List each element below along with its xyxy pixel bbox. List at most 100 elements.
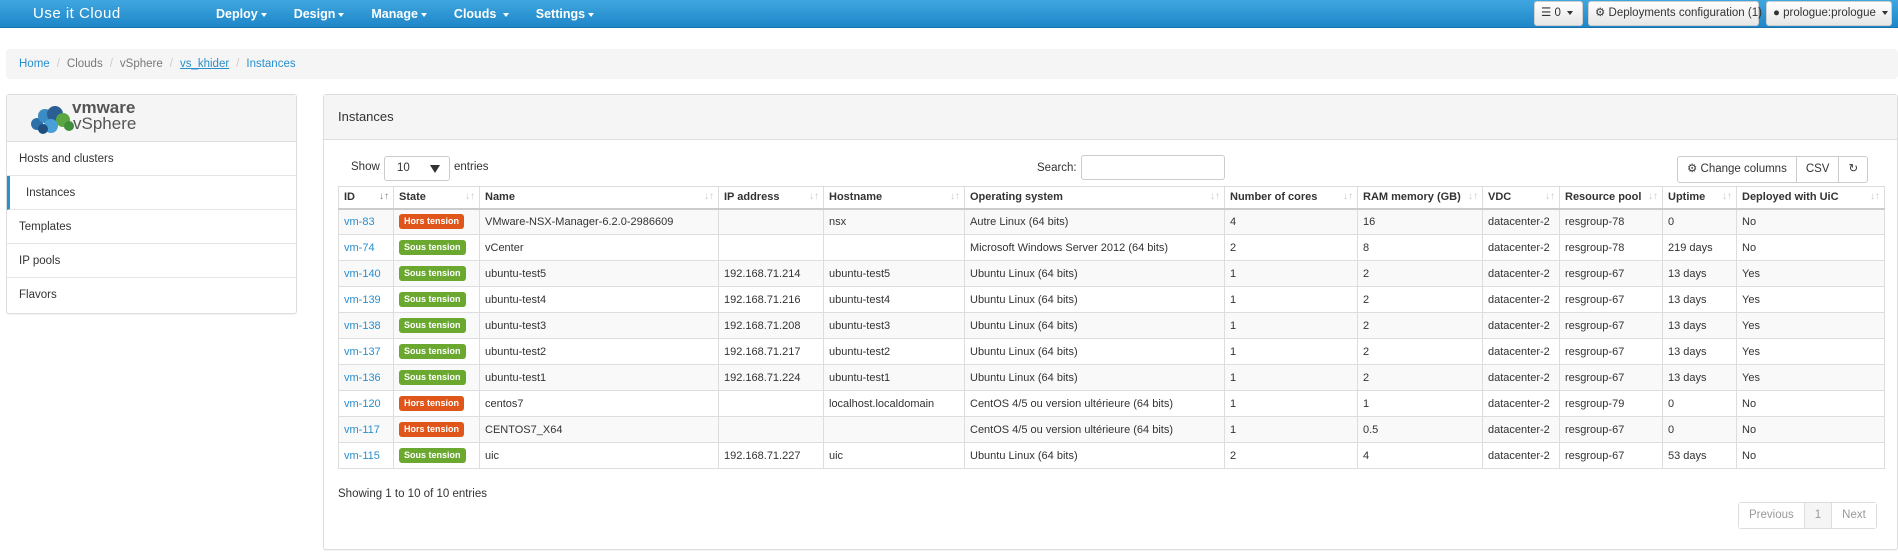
column-header-deployed-with-uic[interactable]: Deployed with UiC ↓↑ bbox=[1736, 186, 1885, 210]
page-1-button[interactable]: 1 bbox=[1804, 503, 1833, 528]
column-header-id[interactable]: ID ↓↑ bbox=[338, 186, 394, 210]
resource-pool-cell: resgroup-78 bbox=[1559, 208, 1663, 235]
instance-link[interactable]: vm-115 bbox=[344, 450, 380, 462]
deployed-with-uic-cell: No bbox=[1736, 416, 1885, 443]
state-badge: Hors tension bbox=[399, 422, 465, 437]
deployed-with-uic-cell: No bbox=[1736, 208, 1885, 235]
column-header-label: Number of cores bbox=[1230, 191, 1318, 204]
ip-cell: 192.168.71.216 bbox=[718, 286, 824, 313]
name-cell: ubuntu-test2 bbox=[479, 338, 719, 365]
next-page-button[interactable]: Next bbox=[1832, 503, 1876, 528]
tasks-button[interactable]: ☰ 0 bbox=[1534, 1, 1583, 26]
chevron-down-icon bbox=[1567, 10, 1574, 15]
state-cell: Sous tension bbox=[393, 260, 480, 287]
ram-cell: 8 bbox=[1357, 234, 1483, 261]
sort-desc-icon: ↓↑ bbox=[379, 191, 389, 202]
resource-pool-cell: resgroup-78 bbox=[1559, 234, 1663, 261]
instance-link[interactable]: vm-74 bbox=[344, 242, 375, 254]
table-row: vm-139 Sous tension ubuntu-test4 192.168… bbox=[338, 286, 1885, 313]
table-row: vm-115 Sous tension uic 192.168.71.227 u… bbox=[338, 442, 1885, 469]
breadcrumb-home[interactable]: Home bbox=[19, 58, 50, 70]
sidebar-item-hosts-and-clusters[interactable]: Hosts and clusters bbox=[7, 142, 296, 176]
table-row: vm-74 Sous tension vCenter Microsoft Win… bbox=[338, 234, 1885, 261]
instance-link[interactable]: vm-83 bbox=[344, 216, 375, 228]
cores-cell: 1 bbox=[1224, 260, 1358, 287]
column-header-number-of-cores[interactable]: Number of cores ↓↑ bbox=[1224, 186, 1358, 210]
brand-logo[interactable]: Use it Cloud bbox=[33, 5, 121, 22]
ip-cell bbox=[718, 208, 824, 235]
instance-link[interactable]: vm-139 bbox=[344, 294, 381, 306]
instance-link[interactable]: vm-117 bbox=[344, 424, 380, 436]
column-header-state[interactable]: State ↓↑ bbox=[393, 186, 480, 210]
vmware-vsphere-logo: vmware vSphere bbox=[7, 95, 296, 142]
instance-id-cell: vm-117 bbox=[338, 416, 394, 443]
breadcrumb-separator: / bbox=[169, 58, 173, 70]
os-cell: Ubuntu Linux (64 bits) bbox=[964, 338, 1225, 365]
sidebar-item-ip-pools[interactable]: IP pools bbox=[7, 244, 296, 278]
column-header-vdc[interactable]: VDC ↓↑ bbox=[1482, 186, 1560, 210]
column-header-label: ID bbox=[344, 191, 355, 204]
column-header-ram-memory[interactable]: RAM memory (GB) ↓↑ bbox=[1357, 186, 1483, 210]
deployments-config-button[interactable]: ⚙ Deployments configuration (1) bbox=[1588, 1, 1762, 26]
hostname-cell: uic bbox=[823, 442, 965, 469]
user-menu-button[interactable]: ● prologue:prologue bbox=[1766, 1, 1892, 26]
nav-deploy[interactable]: Deploy bbox=[216, 0, 267, 28]
refresh-button[interactable]: ↻ bbox=[1839, 157, 1867, 182]
uptime-cell: 13 days bbox=[1662, 312, 1737, 339]
column-header-ip-address[interactable]: IP address ↓↑ bbox=[718, 186, 824, 210]
os-cell: Ubuntu Linux (64 bits) bbox=[964, 286, 1225, 313]
os-cell: CentOS 4/5 ou version ultérieure (64 bit… bbox=[964, 416, 1225, 443]
nav-clouds[interactable]: Clouds bbox=[454, 0, 509, 28]
deployed-with-uic-cell: Yes bbox=[1736, 286, 1885, 313]
resource-pool-cell: resgroup-67 bbox=[1559, 442, 1663, 469]
tasks-count: 0 bbox=[1554, 7, 1561, 19]
sidebar-item-templates[interactable]: Templates bbox=[7, 210, 296, 244]
column-header-name[interactable]: Name ↓↑ bbox=[479, 186, 719, 210]
column-header-uptime[interactable]: Uptime ↓↑ bbox=[1662, 186, 1737, 210]
page-size-select[interactable]: 10 bbox=[384, 156, 450, 181]
csv-button[interactable]: CSV bbox=[1797, 157, 1840, 182]
sort-icon: ↓↑ bbox=[1870, 191, 1880, 202]
nav-deploy-label: Deploy bbox=[216, 7, 258, 21]
instance-link[interactable]: vm-137 bbox=[344, 346, 381, 358]
instance-link[interactable]: vm-136 bbox=[344, 372, 381, 384]
state-cell: Hors tension bbox=[393, 390, 480, 417]
nav-manage[interactable]: Manage bbox=[371, 0, 427, 28]
state-badge: Sous tension bbox=[399, 266, 466, 281]
breadcrumb-vs-khider[interactable]: vs_khider bbox=[180, 58, 229, 70]
nav-design[interactable]: Design bbox=[294, 0, 345, 28]
vdc-cell: datacenter-2 bbox=[1482, 312, 1560, 339]
instance-link[interactable]: vm-120 bbox=[344, 398, 381, 410]
search-input[interactable] bbox=[1081, 155, 1225, 180]
uptime-cell: 13 days bbox=[1662, 260, 1737, 287]
resource-pool-cell: resgroup-67 bbox=[1559, 338, 1663, 365]
sidebar-item-instances[interactable]: Instances bbox=[7, 176, 296, 210]
table-tools: ⚙ Change columns CSV ↻ bbox=[1677, 156, 1869, 183]
nav-design-label: Design bbox=[293, 7, 336, 21]
instance-link[interactable]: vm-140 bbox=[344, 268, 381, 280]
instance-link[interactable]: vm-138 bbox=[344, 320, 381, 332]
previous-page-button[interactable]: Previous bbox=[1739, 503, 1805, 528]
column-header-hostname[interactable]: Hostname ↓↑ bbox=[823, 186, 965, 210]
vdc-cell: datacenter-2 bbox=[1482, 442, 1560, 469]
column-header-operating-system[interactable]: Operating system ↓↑ bbox=[964, 186, 1225, 210]
column-header-resource-pool[interactable]: Resource pool ↓↑ bbox=[1559, 186, 1663, 210]
user-name: prologue:prologue bbox=[1783, 7, 1876, 19]
instance-id-cell: vm-74 bbox=[338, 234, 394, 261]
os-cell: Ubuntu Linux (64 bits) bbox=[964, 442, 1225, 469]
chevron-down-icon bbox=[1882, 10, 1889, 15]
top-navbar: Use it Cloud Deploy Design Manage Clouds… bbox=[0, 0, 1898, 28]
sort-icon: ↓↑ bbox=[465, 191, 475, 202]
ram-cell: 2 bbox=[1357, 338, 1483, 365]
sort-icon: ↓↑ bbox=[1648, 191, 1658, 202]
sort-icon: ↓↑ bbox=[1468, 191, 1478, 202]
sidebar-item-flavors[interactable]: Flavors bbox=[7, 278, 296, 312]
table-row: vm-138 Sous tension ubuntu-test3 192.168… bbox=[338, 312, 1885, 339]
deployed-with-uic-cell: Yes bbox=[1736, 312, 1885, 339]
state-badge: Sous tension bbox=[399, 318, 466, 333]
change-columns-button[interactable]: ⚙ Change columns bbox=[1678, 157, 1797, 182]
os-cell: Microsoft Windows Server 2012 (64 bits) bbox=[964, 234, 1225, 261]
cores-cell: 1 bbox=[1224, 286, 1358, 313]
nav-settings[interactable]: Settings bbox=[536, 0, 595, 28]
table-row: vm-137 Sous tension ubuntu-test2 192.168… bbox=[338, 338, 1885, 365]
